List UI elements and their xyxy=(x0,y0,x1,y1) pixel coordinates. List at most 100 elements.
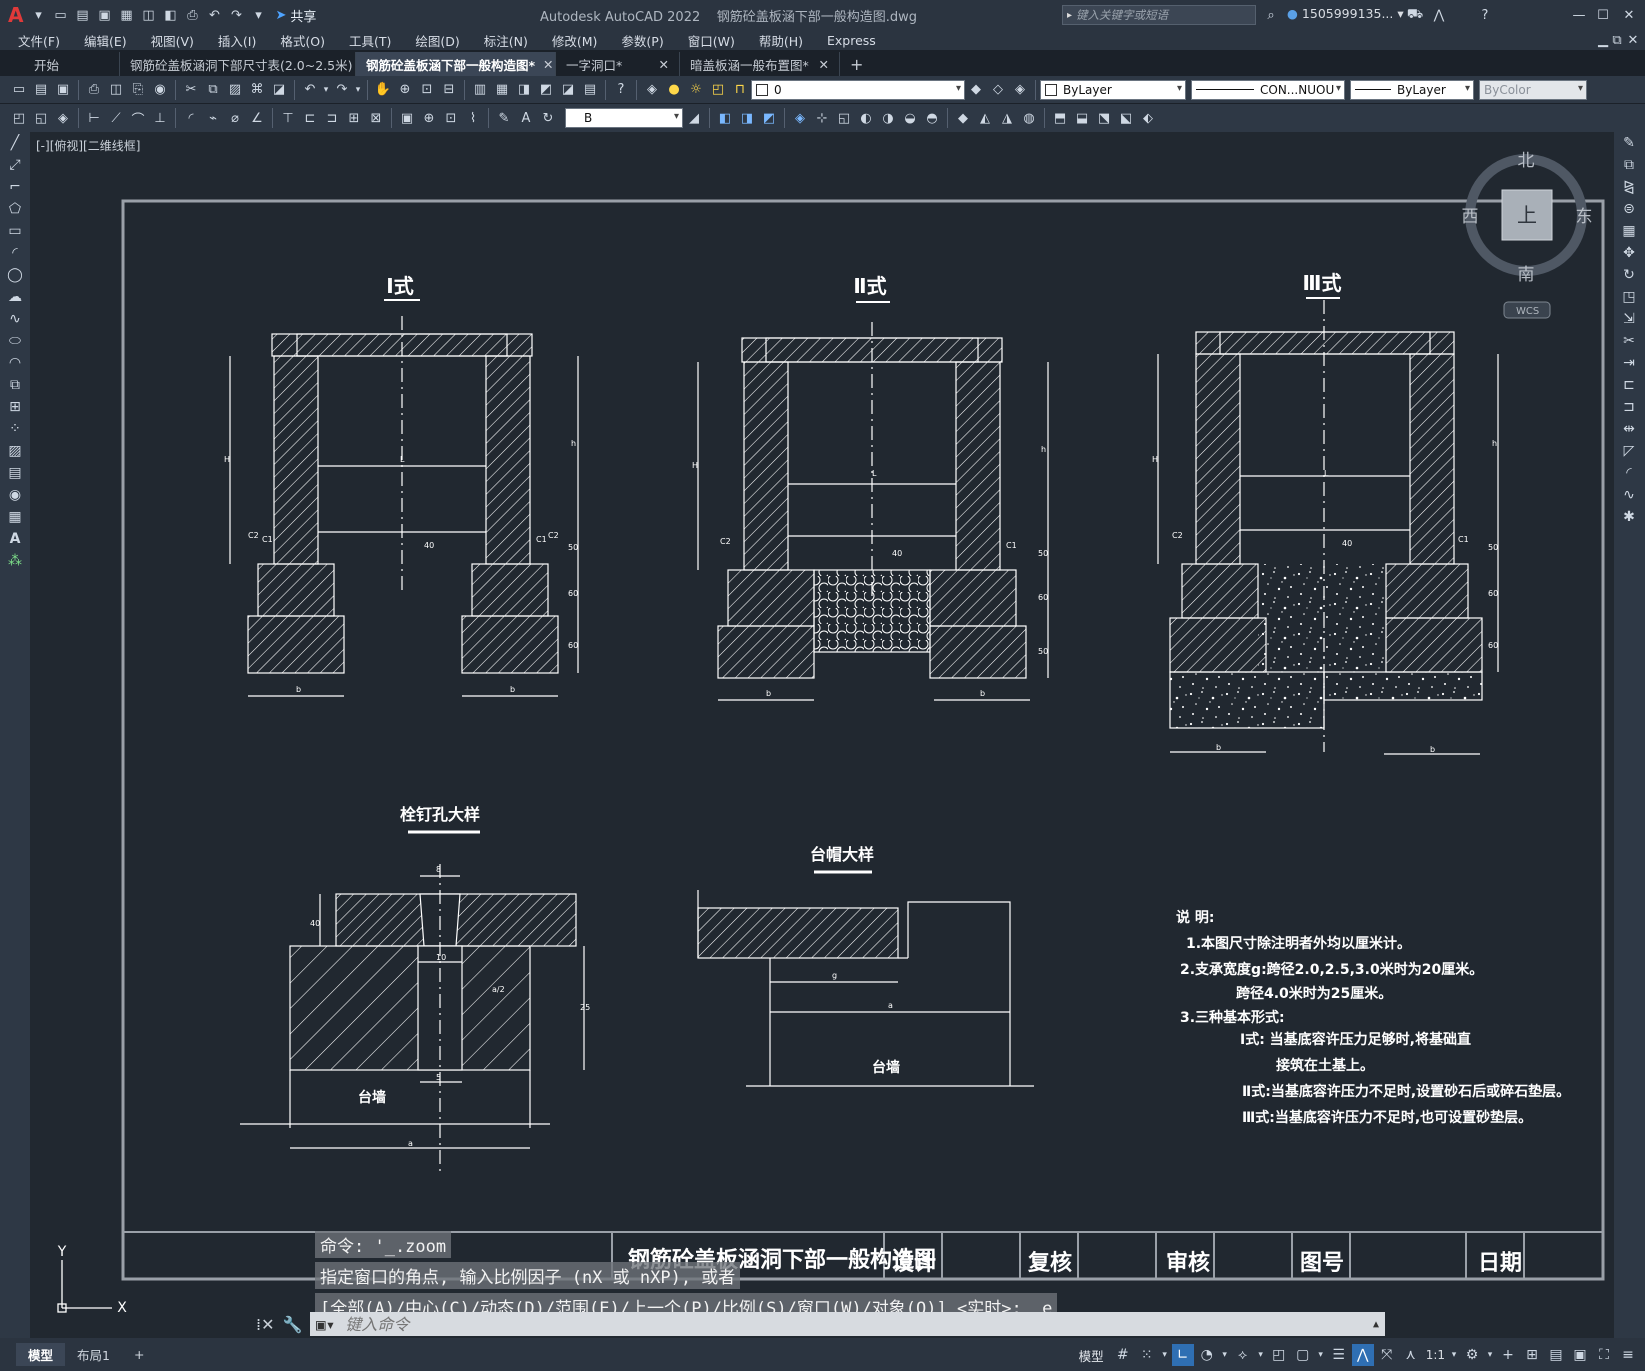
autocad-logo[interactable]: A xyxy=(8,3,23,27)
dim-space-icon[interactable]: ⊞ xyxy=(343,107,365,129)
help-icon[interactable]: ? xyxy=(1474,4,1496,26)
pan-icon[interactable]: ✋ xyxy=(372,79,394,101)
view-front-icon[interactable]: ◧ xyxy=(714,107,736,129)
minimize-window-icon[interactable]: — xyxy=(1568,4,1590,26)
close-tab-icon[interactable]: ✕ xyxy=(659,57,669,72)
mirror-icon[interactable]: ⧎ xyxy=(1614,176,1644,198)
customize-wrench-icon[interactable]: 🔧 xyxy=(283,1315,303,1334)
color-dropdown[interactable]: ByLayer ▾ xyxy=(1040,79,1186,100)
properties-icon[interactable]: ▥ xyxy=(469,79,491,101)
zoom-window-icon[interactable]: ⊡ xyxy=(416,79,438,101)
close-tab-icon[interactable]: ✕ xyxy=(819,57,829,72)
menu-draw[interactable]: 绘图(D) xyxy=(403,31,471,50)
break-icon[interactable]: ⊐ xyxy=(1614,396,1644,418)
diameter-dim-icon[interactable]: ⌀ xyxy=(224,107,246,129)
redo-dropdown-icon[interactable]: ▾ xyxy=(353,79,363,101)
trim-icon[interactable]: ✂ xyxy=(1614,330,1644,352)
annotation-monitor-icon[interactable]: + xyxy=(1497,1344,1519,1366)
circle-icon[interactable]: ◯ xyxy=(0,264,30,286)
sheet-set-icon[interactable]: ◩ xyxy=(535,79,557,101)
wedge-icon[interactable]: ◭ xyxy=(974,107,996,129)
save-icon[interactable]: ▣ xyxy=(52,79,74,101)
undo-icon[interactable]: ↶ xyxy=(203,4,225,26)
table-icon[interactable]: ▦ xyxy=(0,506,30,528)
orbit-icon[interactable]: ◈ xyxy=(789,107,811,129)
extend-icon[interactable]: ⇥ xyxy=(1614,352,1644,374)
dim-text-edit-icon[interactable]: A xyxy=(515,107,537,129)
maximize-window-icon[interactable]: ☐ xyxy=(1592,4,1614,26)
add-layout-button[interactable]: + xyxy=(122,1345,156,1364)
lineweight-dropdown[interactable]: ByLayer ▾ xyxy=(1350,79,1474,100)
customize-status-icon[interactable]: ≡ xyxy=(1617,1344,1639,1366)
close-window-icon[interactable]: ✕ xyxy=(1618,4,1640,26)
publish-icon[interactable]: ⎘ xyxy=(127,79,149,101)
center-mark-icon[interactable]: ⊕ xyxy=(418,107,440,129)
menu-help[interactable]: 帮助(H) xyxy=(747,31,815,50)
mtext-icon[interactable]: A xyxy=(0,528,30,550)
line-icon[interactable]: ╱ xyxy=(0,132,30,154)
tab-start[interactable]: 开始 xyxy=(0,52,120,76)
cart-icon[interactable]: ⛟ xyxy=(1404,4,1426,26)
angular-dim-icon[interactable]: ∠ xyxy=(246,107,268,129)
search-expand-icon[interactable]: ▸ xyxy=(1067,10,1072,21)
fillet-icon[interactable]: ◜ xyxy=(1614,462,1644,484)
quick-dim-icon[interactable]: ⊤ xyxy=(277,107,299,129)
quickcalc-icon[interactable]: ▤ xyxy=(579,79,601,101)
menu-window[interactable]: 窗口(W) xyxy=(676,31,747,50)
make-block-icon[interactable]: ⊞ xyxy=(0,396,30,418)
redo-icon[interactable]: ↷ xyxy=(331,79,353,101)
chamfer-icon[interactable]: ◸ xyxy=(1614,440,1644,462)
menu-file[interactable]: 文件(F) xyxy=(6,31,72,50)
search-box[interactable]: ▸ 键入关键字或短语 xyxy=(1062,5,1256,25)
add-selected-icon[interactable]: ⁂ xyxy=(0,550,30,572)
annotation-scale-icon[interactable]: ⋏ xyxy=(1400,1344,1422,1366)
doc-close-icon[interactable]: ✕ xyxy=(1622,30,1644,50)
tab-opening[interactable]: 一字洞口* ✕ xyxy=(556,52,680,76)
new-file-icon[interactable]: ▭ xyxy=(49,4,71,26)
tab-layout1[interactable]: 布局1 xyxy=(65,1343,122,1366)
point-icon[interactable]: ⁘ xyxy=(0,418,30,440)
tab-general-drawing[interactable]: 钢筋砼盖板涵下部一般构造图* ✕ xyxy=(356,52,556,76)
polyline-icon[interactable]: ⌐ xyxy=(0,176,30,198)
stretch-icon[interactable]: ⇲ xyxy=(1614,308,1644,330)
open-web-icon[interactable]: ◫ xyxy=(137,4,159,26)
lineweight-icon[interactable]: ☰ xyxy=(1328,1344,1350,1366)
scale-icon[interactable]: ◳ xyxy=(1614,286,1644,308)
undo-icon[interactable]: ↶ xyxy=(299,79,321,101)
layer-previous-icon[interactable]: ◇ xyxy=(987,79,1009,101)
ortho-icon[interactable]: ∟ xyxy=(1171,1344,1194,1366)
match-properties-icon[interactable]: ⌘ xyxy=(246,79,268,101)
workspace-dropdown-icon[interactable]: ▾ xyxy=(1485,1344,1495,1366)
layer-dropdown[interactable]: 0 ▾ xyxy=(751,79,965,100)
menu-insert[interactable]: 插入(I) xyxy=(206,31,268,50)
auto-scale-icon[interactable]: ⤧ xyxy=(1376,1344,1398,1366)
explode-icon[interactable]: ✱ xyxy=(1614,506,1644,528)
jogged-dim-icon[interactable]: ⌁ xyxy=(202,107,224,129)
dim-edit-icon[interactable]: ✎ xyxy=(493,107,515,129)
object-snap-tracking-icon[interactable]: ◰ xyxy=(1268,1344,1290,1366)
tab-dimension-table[interactable]: 钢筋砼盖板涵洞下部尺寸表(2.0~2.5米)✕ xyxy=(120,52,371,76)
arc-icon[interactable]: ◜ xyxy=(0,242,30,264)
ellipse-arc-icon[interactable]: ◠ xyxy=(0,352,30,374)
block-editor-icon[interactable]: ◪ xyxy=(268,79,290,101)
grid-icon[interactable]: # xyxy=(1112,1344,1134,1366)
revcloud-icon[interactable]: ☁ xyxy=(0,286,30,308)
dimstyle-dropdown[interactable]: B ▾ xyxy=(565,108,683,128)
extrude-icon[interactable]: ⬒ xyxy=(1049,107,1071,129)
quick-properties-icon[interactable]: ▤ xyxy=(1545,1344,1567,1366)
arc-length-icon[interactable]: ⌒ xyxy=(127,107,149,129)
linetype-dropdown[interactable]: CON...NUOU ▾ xyxy=(1191,79,1345,100)
array-icon[interactable]: ▦ xyxy=(1614,220,1644,242)
menu-view[interactable]: 视图(V) xyxy=(139,31,206,50)
isodraft-dropdown-icon[interactable]: ▾ xyxy=(1256,1344,1266,1366)
command-prompt-icon[interactable]: ▣▾ xyxy=(316,1315,335,1334)
polar-dropdown-icon[interactable]: ▾ xyxy=(1220,1344,1230,1366)
view-left-icon[interactable]: ◩ xyxy=(758,107,780,129)
markup-icon[interactable]: ◪ xyxy=(557,79,579,101)
ucs-icon[interactable]: ⊹ xyxy=(811,107,833,129)
cone-icon[interactable]: ◮ xyxy=(996,107,1018,129)
ucs-object-icon[interactable]: ◐ xyxy=(855,107,877,129)
command-input[interactable] xyxy=(343,1313,1308,1335)
redo-icon[interactable]: ↷ xyxy=(225,4,247,26)
save-icon[interactable]: ▣ xyxy=(93,4,115,26)
